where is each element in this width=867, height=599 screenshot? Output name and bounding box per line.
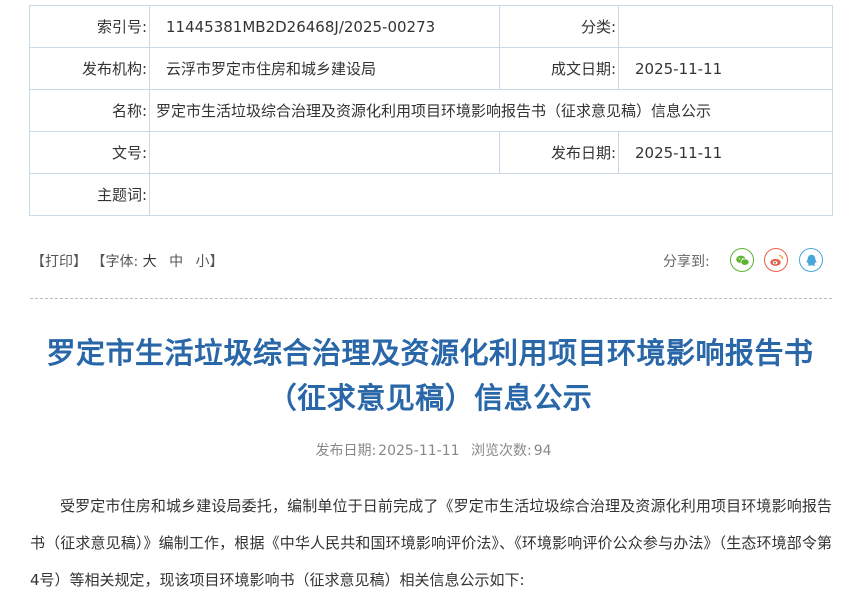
font-size-open: 【字体: [91,254,139,270]
created-date-value: 2025-11-11 [618,47,833,90]
font-size-close: 】 [209,254,224,270]
index-value: 11445381MB2D26468J/2025-00273 [149,5,500,48]
font-medium-link[interactable]: 中 [169,254,183,270]
docno-label: 文号: [29,131,150,174]
wechat-icon[interactable] [730,248,754,272]
share-label: 分享到: [663,254,710,270]
pub-date-value: 2025-11-11 [378,443,460,459]
dashed-divider [30,298,832,299]
pubdate-value: 2025-11-11 [618,131,833,174]
views-value: 94 [533,443,552,459]
index-label: 索引号: [29,5,150,48]
meta-row-publisher: 发布机构: 云浮市罗定市住房和城乡建设局 成文日期: 2025-11-11 [29,47,833,90]
meta-row-index: 索引号: 11445381MB2D26468J/2025-00273 分类: [29,5,833,48]
weibo-icon[interactable] [764,248,788,272]
font-large-link[interactable]: 大 [143,254,157,270]
category-label: 分类: [499,5,619,48]
subject-label: 主题词: [29,173,150,216]
subject-value [149,173,833,216]
article-toolbar: 【打印】 【字体: 大 中 小】 分享到: [31,248,831,272]
article-pubinfo: 发布日期: 2025-11-11 浏览次数: 94 [0,440,867,460]
toolbar-left: 【打印】 【字体: 大 中 小】 [31,251,224,271]
views-label: 浏览次数: [471,443,532,459]
publisher-label: 发布机构: [29,47,150,90]
created-date-label: 成文日期: [499,47,619,90]
meta-row-docno: 文号: 发布日期: 2025-11-11 [29,131,833,174]
document-meta-table: 索引号: 11445381MB2D26468J/2025-00273 分类: 发… [29,5,833,216]
meta-row-subject: 主题词: [29,173,833,216]
docno-value [149,131,500,174]
pub-date-label: 发布日期: [315,443,377,459]
name-label: 名称: [29,89,150,132]
article-title: 罗定市生活垃圾综合治理及资源化利用项目环境影响报告书（征求意见稿）信息公示 [46,336,814,415]
qq-icon[interactable] [799,248,823,272]
font-small-link[interactable]: 小 [196,254,210,270]
publisher-value: 云浮市罗定市住房和城乡建设局 [149,47,500,90]
article-paragraph: 受罗定市住房和城乡建设局委托，编制单位于日前完成了《罗定市生活垃圾综合治理及资源… [30,497,832,589]
meta-row-name: 名称: 罗定市生活垃圾综合治理及资源化利用项目环境影响报告书（征求意见稿）信息公… [29,89,833,132]
pubdate-label: 发布日期: [499,131,619,174]
category-value [618,5,833,48]
name-value: 罗定市生活垃圾综合治理及资源化利用项目环境影响报告书（征求意见稿）信息公示 [149,89,833,132]
print-link[interactable]: 【打印】 [31,254,87,270]
